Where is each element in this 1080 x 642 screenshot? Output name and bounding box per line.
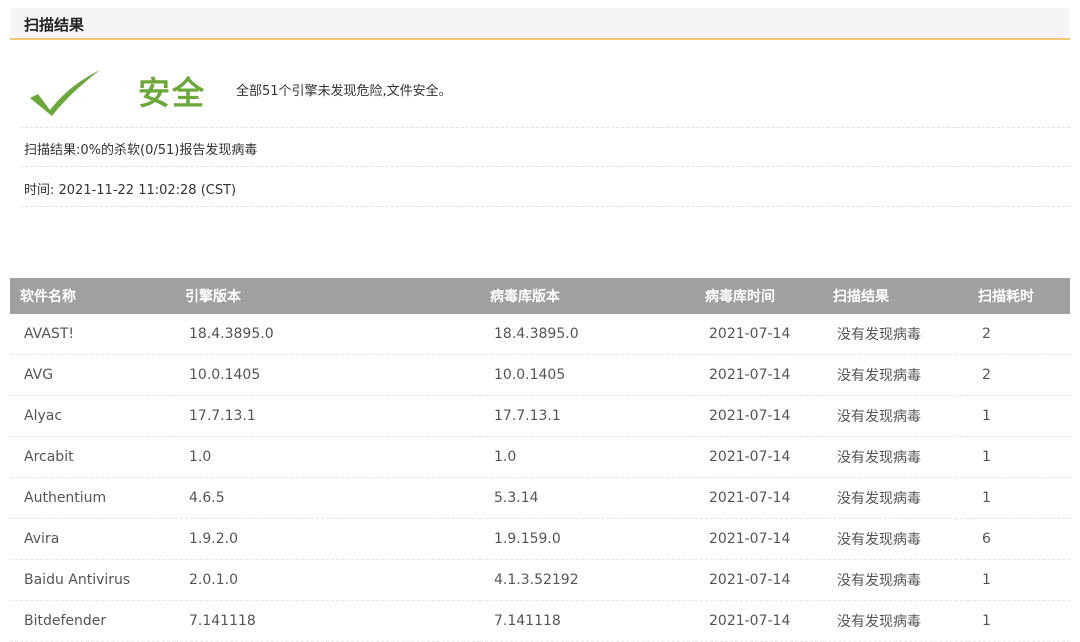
table-row: Avira 1.9.2.0 1.9.159.0 2021-07-14 没有发现病… (10, 518, 1070, 560)
software-name-link[interactable]: AVG (10, 354, 175, 396)
scan-result: 没有发现病毒 (823, 354, 968, 396)
engine-version: 18.4.3895.0 (175, 314, 480, 355)
scan-duration: 1 (968, 395, 1070, 437)
engine-version: 2.0.1.0 (175, 559, 480, 601)
db-date: 2021-07-14 (695, 518, 823, 560)
engine-version: 10.0.1405 (175, 354, 480, 396)
header-engine-version: 引擎版本 (175, 278, 480, 314)
scan-duration: 1 (968, 559, 1070, 601)
software-name-link[interactable]: Bitdefender (10, 600, 175, 642)
scan-result: 没有发现病毒 (823, 600, 968, 642)
header-db-date: 病毒库时间 (695, 278, 823, 314)
verdict-label: 安全 (138, 74, 207, 112)
db-version: 18.4.3895.0 (480, 314, 695, 355)
table-row: AVAST! 18.4.3895.0 18.4.3895.0 2021-07-1… (10, 314, 1070, 355)
table-row: AVG 10.0.1405 10.0.1405 2021-07-14 没有发现病… (10, 354, 1070, 396)
scan-duration: 1 (968, 477, 1070, 519)
results-table: 软件名称 引擎版本 病毒库版本 病毒库时间 扫描结果 扫描耗时 AVAST! 1… (10, 278, 1070, 642)
scan-result: 没有发现病毒 (823, 314, 968, 355)
table-row: Arcabit 1.0 1.0 2021-07-14 没有发现病毒 1 (10, 436, 1070, 478)
scan-result: 没有发现病毒 (823, 559, 968, 601)
db-version: 1.9.159.0 (480, 518, 695, 560)
check-icon (30, 70, 100, 116)
db-version: 4.1.3.52192 (480, 559, 695, 601)
engine-version: 1.9.2.0 (175, 518, 480, 560)
engine-version: 17.7.13.1 (175, 395, 480, 437)
db-date: 2021-07-14 (695, 354, 823, 396)
scan-duration: 6 (968, 518, 1070, 560)
db-date: 2021-07-14 (695, 395, 823, 437)
software-name-link[interactable]: Arcabit (10, 436, 175, 478)
section-title: 扫描结果 (24, 16, 85, 34)
scan-duration: 2 (968, 354, 1070, 396)
engine-version: 7.141118 (175, 600, 480, 642)
table-row: Bitdefender 7.141118 7.141118 2021-07-14… (10, 600, 1070, 642)
db-version: 7.141118 (480, 600, 695, 642)
header-scan-time: 扫描耗时 (968, 278, 1070, 314)
verdict-description: 全部51个引擎未发现危险,文件安全。 (236, 84, 452, 99)
scan-duration: 2 (968, 314, 1070, 355)
table-row: Authentium 4.6.5 5.3.14 2021-07-14 没有发现病… (10, 477, 1070, 519)
scan-result: 没有发现病毒 (823, 395, 968, 437)
db-date: 2021-07-14 (695, 559, 823, 601)
db-date: 2021-07-14 (695, 314, 823, 355)
db-date: 2021-07-14 (695, 477, 823, 519)
software-name-link[interactable]: Alyac (10, 395, 175, 437)
scan-duration: 1 (968, 436, 1070, 478)
software-name-link[interactable]: Avira (10, 518, 175, 560)
software-name-link[interactable]: Authentium (10, 477, 175, 519)
header-software-name: 软件名称 (10, 278, 175, 314)
header-scan-result: 扫描结果 (823, 278, 968, 314)
db-version: 17.7.13.1 (480, 395, 695, 437)
table-row: Alyac 17.7.13.1 17.7.13.1 2021-07-14 没有发… (10, 395, 1070, 437)
scan-result: 没有发现病毒 (823, 477, 968, 519)
scan-result: 没有发现病毒 (823, 518, 968, 560)
engine-version: 4.6.5 (175, 477, 480, 519)
scan-result: 没有发现病毒 (823, 436, 968, 478)
scan-result-summary: 扫描结果:0%的杀软(0/51)报告发现病毒 (20, 127, 1070, 167)
table-row: Baidu Antivirus 2.0.1.0 4.1.3.52192 2021… (10, 559, 1070, 601)
engine-version: 1.0 (175, 436, 480, 478)
software-name-link[interactable]: AVAST! (10, 314, 175, 355)
db-version: 10.0.1405 (480, 354, 695, 396)
db-version: 5.3.14 (480, 477, 695, 519)
db-version: 1.0 (480, 436, 695, 478)
scan-time: 时间: 2021-11-22 11:02:28 (CST) (20, 167, 1070, 207)
table-header-row: 软件名称 引擎版本 病毒库版本 病毒库时间 扫描结果 扫描耗时 (10, 278, 1070, 314)
header-db-version: 病毒库版本 (480, 278, 695, 314)
software-name-link[interactable]: Baidu Antivirus (10, 559, 175, 601)
verdict-row: 安全 全部51个引擎未发现危险,文件安全。 (20, 62, 1060, 118)
section-header: 扫描结果 (10, 8, 1070, 40)
db-date: 2021-07-14 (695, 436, 823, 478)
scan-duration: 1 (968, 600, 1070, 642)
db-date: 2021-07-14 (695, 600, 823, 642)
